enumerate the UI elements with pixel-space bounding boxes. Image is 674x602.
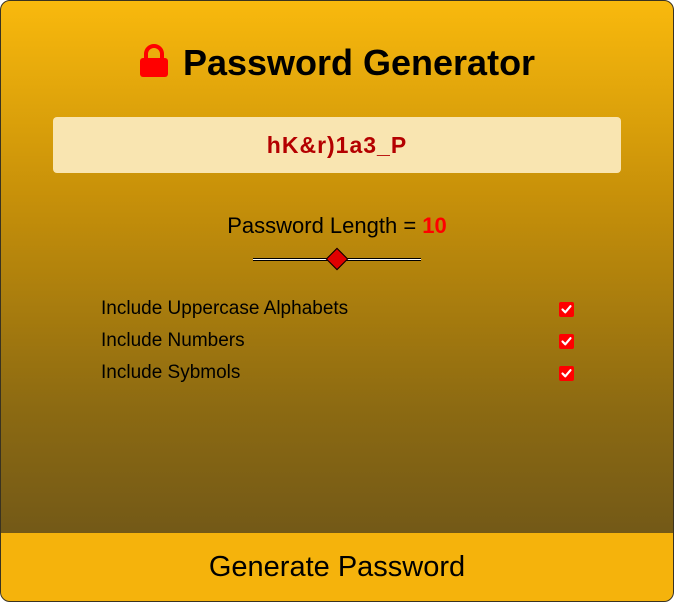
options-list: Include Uppercase Alphabets Include Numb… xyxy=(101,294,577,390)
generated-password[interactable]: hK&r)1a3_P xyxy=(53,117,621,173)
checkmark-icon xyxy=(561,369,572,378)
checkmark-icon xyxy=(561,305,572,314)
option-numbers: Include Numbers xyxy=(101,326,577,358)
password-generator-card: Password Generator hK&r)1a3_P Password L… xyxy=(0,0,674,602)
slider-thumb[interactable] xyxy=(325,247,349,271)
option-uppercase: Include Uppercase Alphabets xyxy=(101,294,577,326)
option-label: Include Numbers xyxy=(101,330,245,351)
numbers-checkbox[interactable] xyxy=(559,334,574,349)
password-length-label: Password Length = 10 xyxy=(1,211,673,241)
option-label: Include Sybmols xyxy=(101,362,241,383)
length-slider[interactable] xyxy=(253,247,421,271)
length-value: 10 xyxy=(422,213,447,238)
option-symbols: Include Sybmols xyxy=(101,358,577,390)
length-label-text: Password Length = xyxy=(227,213,423,238)
checkmark-icon xyxy=(561,337,572,346)
uppercase-checkbox[interactable] xyxy=(559,302,574,317)
page-title: Password Generator xyxy=(1,41,673,88)
lock-icon xyxy=(139,44,169,88)
option-label: Include Uppercase Alphabets xyxy=(101,298,349,319)
symbols-checkbox[interactable] xyxy=(559,366,574,381)
generate-password-button[interactable]: Generate Password xyxy=(1,533,673,601)
title-text: Password Generator xyxy=(182,42,536,83)
